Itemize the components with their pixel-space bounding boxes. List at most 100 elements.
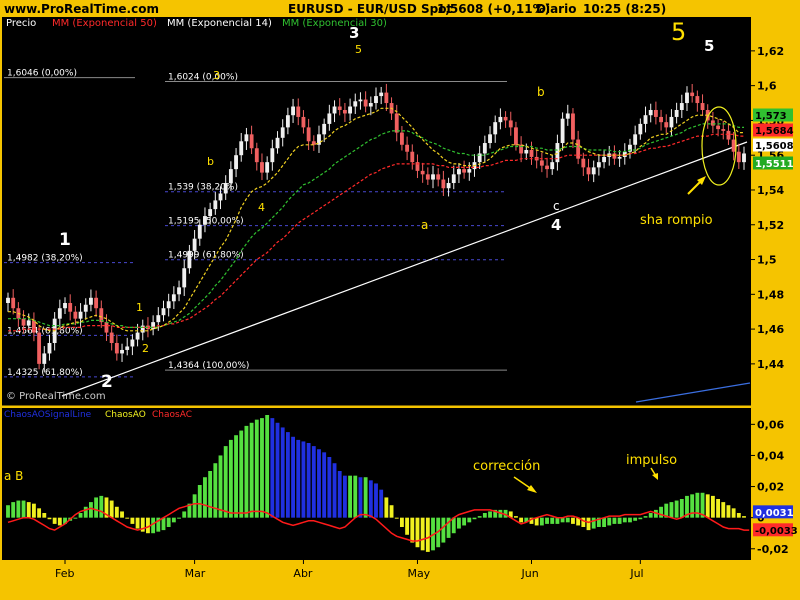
legend-ac: ChaosAC [152,410,192,420]
price-tag: 1,573 [755,111,787,122]
candle-body [285,115,290,128]
wave-label: 4 [551,216,561,234]
candle-body [114,343,119,354]
candle-body [353,101,358,107]
ao-bar [322,452,327,518]
ao-bar [545,517,549,524]
candle-body [275,137,280,149]
candle-body [524,149,529,154]
candle-body [446,183,451,189]
ao-bar [73,517,78,519]
candle-body [332,106,337,114]
ao-bar [358,477,363,518]
candle-body [493,122,498,135]
ao-bar [177,517,181,519]
ao-bar [31,503,36,518]
candle-body [482,143,487,154]
ao-bar [602,517,606,527]
candle-body [26,320,31,326]
ao-bar [612,517,617,524]
candle-body [94,297,99,309]
fib-label: 1,6024 (0,00%) [168,72,238,82]
ao-bar [731,508,736,518]
wave-label: 3 [349,24,359,42]
candle-body [306,127,311,142]
ao-bar [374,483,378,518]
ao-bar [633,517,638,521]
candle-body [239,141,244,156]
legend: Precio MM (Exponencial 50) MM (Exponenci… [6,18,387,29]
candle-body [736,151,741,163]
ao-bar [472,517,477,520]
ao-bar [405,517,410,535]
ao-bar [270,418,275,518]
ao-bar [120,511,124,518]
candle-body [265,162,270,173]
ao-bar [565,517,570,523]
candle-body [109,332,114,344]
ao-bar [301,441,306,518]
candle-body [726,130,731,140]
ao-bar [208,471,213,518]
ao-bar [457,517,461,529]
candle-body [633,134,638,145]
impulso-label: impulso [626,453,677,468]
candle-body [177,287,181,295]
ao-bar [716,499,721,518]
fib-label: 1,4325 (61,80%) [7,368,83,378]
ao-bar [166,517,171,527]
candle-body [358,99,363,102]
month-label: Jul [629,567,643,580]
ao-bar [736,513,741,518]
ao-bar [482,513,487,518]
candle-body [374,96,378,104]
ao-bar [21,500,26,518]
ao-bar [311,446,316,518]
candle-body [602,156,606,163]
candle-body [203,216,207,225]
ao-bar [254,419,259,518]
month-label: May [407,567,430,580]
candle-body [695,96,700,104]
ao-bar [37,508,42,518]
ao-bar [291,436,295,518]
candle-body [301,116,306,128]
ao-bar [581,517,586,527]
candle-body [653,109,658,117]
ab-label: a B [4,469,23,483]
ao-bar [648,513,653,518]
candle-body [6,297,10,304]
candle-body [89,297,93,305]
month-label: Mar [185,567,206,580]
ao-bar [705,494,710,518]
ao-bar [249,422,254,518]
candle-body [78,311,83,319]
candle-body [120,349,124,354]
candle-body [690,92,695,97]
price-tick-label: 1,44 [757,358,784,371]
ao-bar [462,517,467,526]
ao-bar [342,475,347,518]
correccion-label: corrección [473,459,540,474]
ao-bar [192,494,197,518]
legend-mm50: MM (Exponencial 50) [52,18,157,29]
candle-body [192,238,197,251]
candle-body [37,332,42,364]
candle-body [47,343,52,354]
candle-body [182,268,187,288]
candle-body [234,155,238,170]
ao-bar [571,517,575,524]
candle-body [436,174,441,180]
fib-label: 1,4364 (100,00%) [168,361,249,371]
candle-body [742,153,746,163]
wave-label: 4 [258,201,265,214]
ao-bar [203,477,207,518]
ao-bar [415,517,420,548]
ao-bar [591,517,596,529]
candle-body [291,106,295,116]
candle-body [550,162,555,170]
ao-bar [223,446,228,518]
ao-bar [94,497,99,518]
wave-label: 1 [59,230,71,250]
ao-bar [638,517,643,520]
